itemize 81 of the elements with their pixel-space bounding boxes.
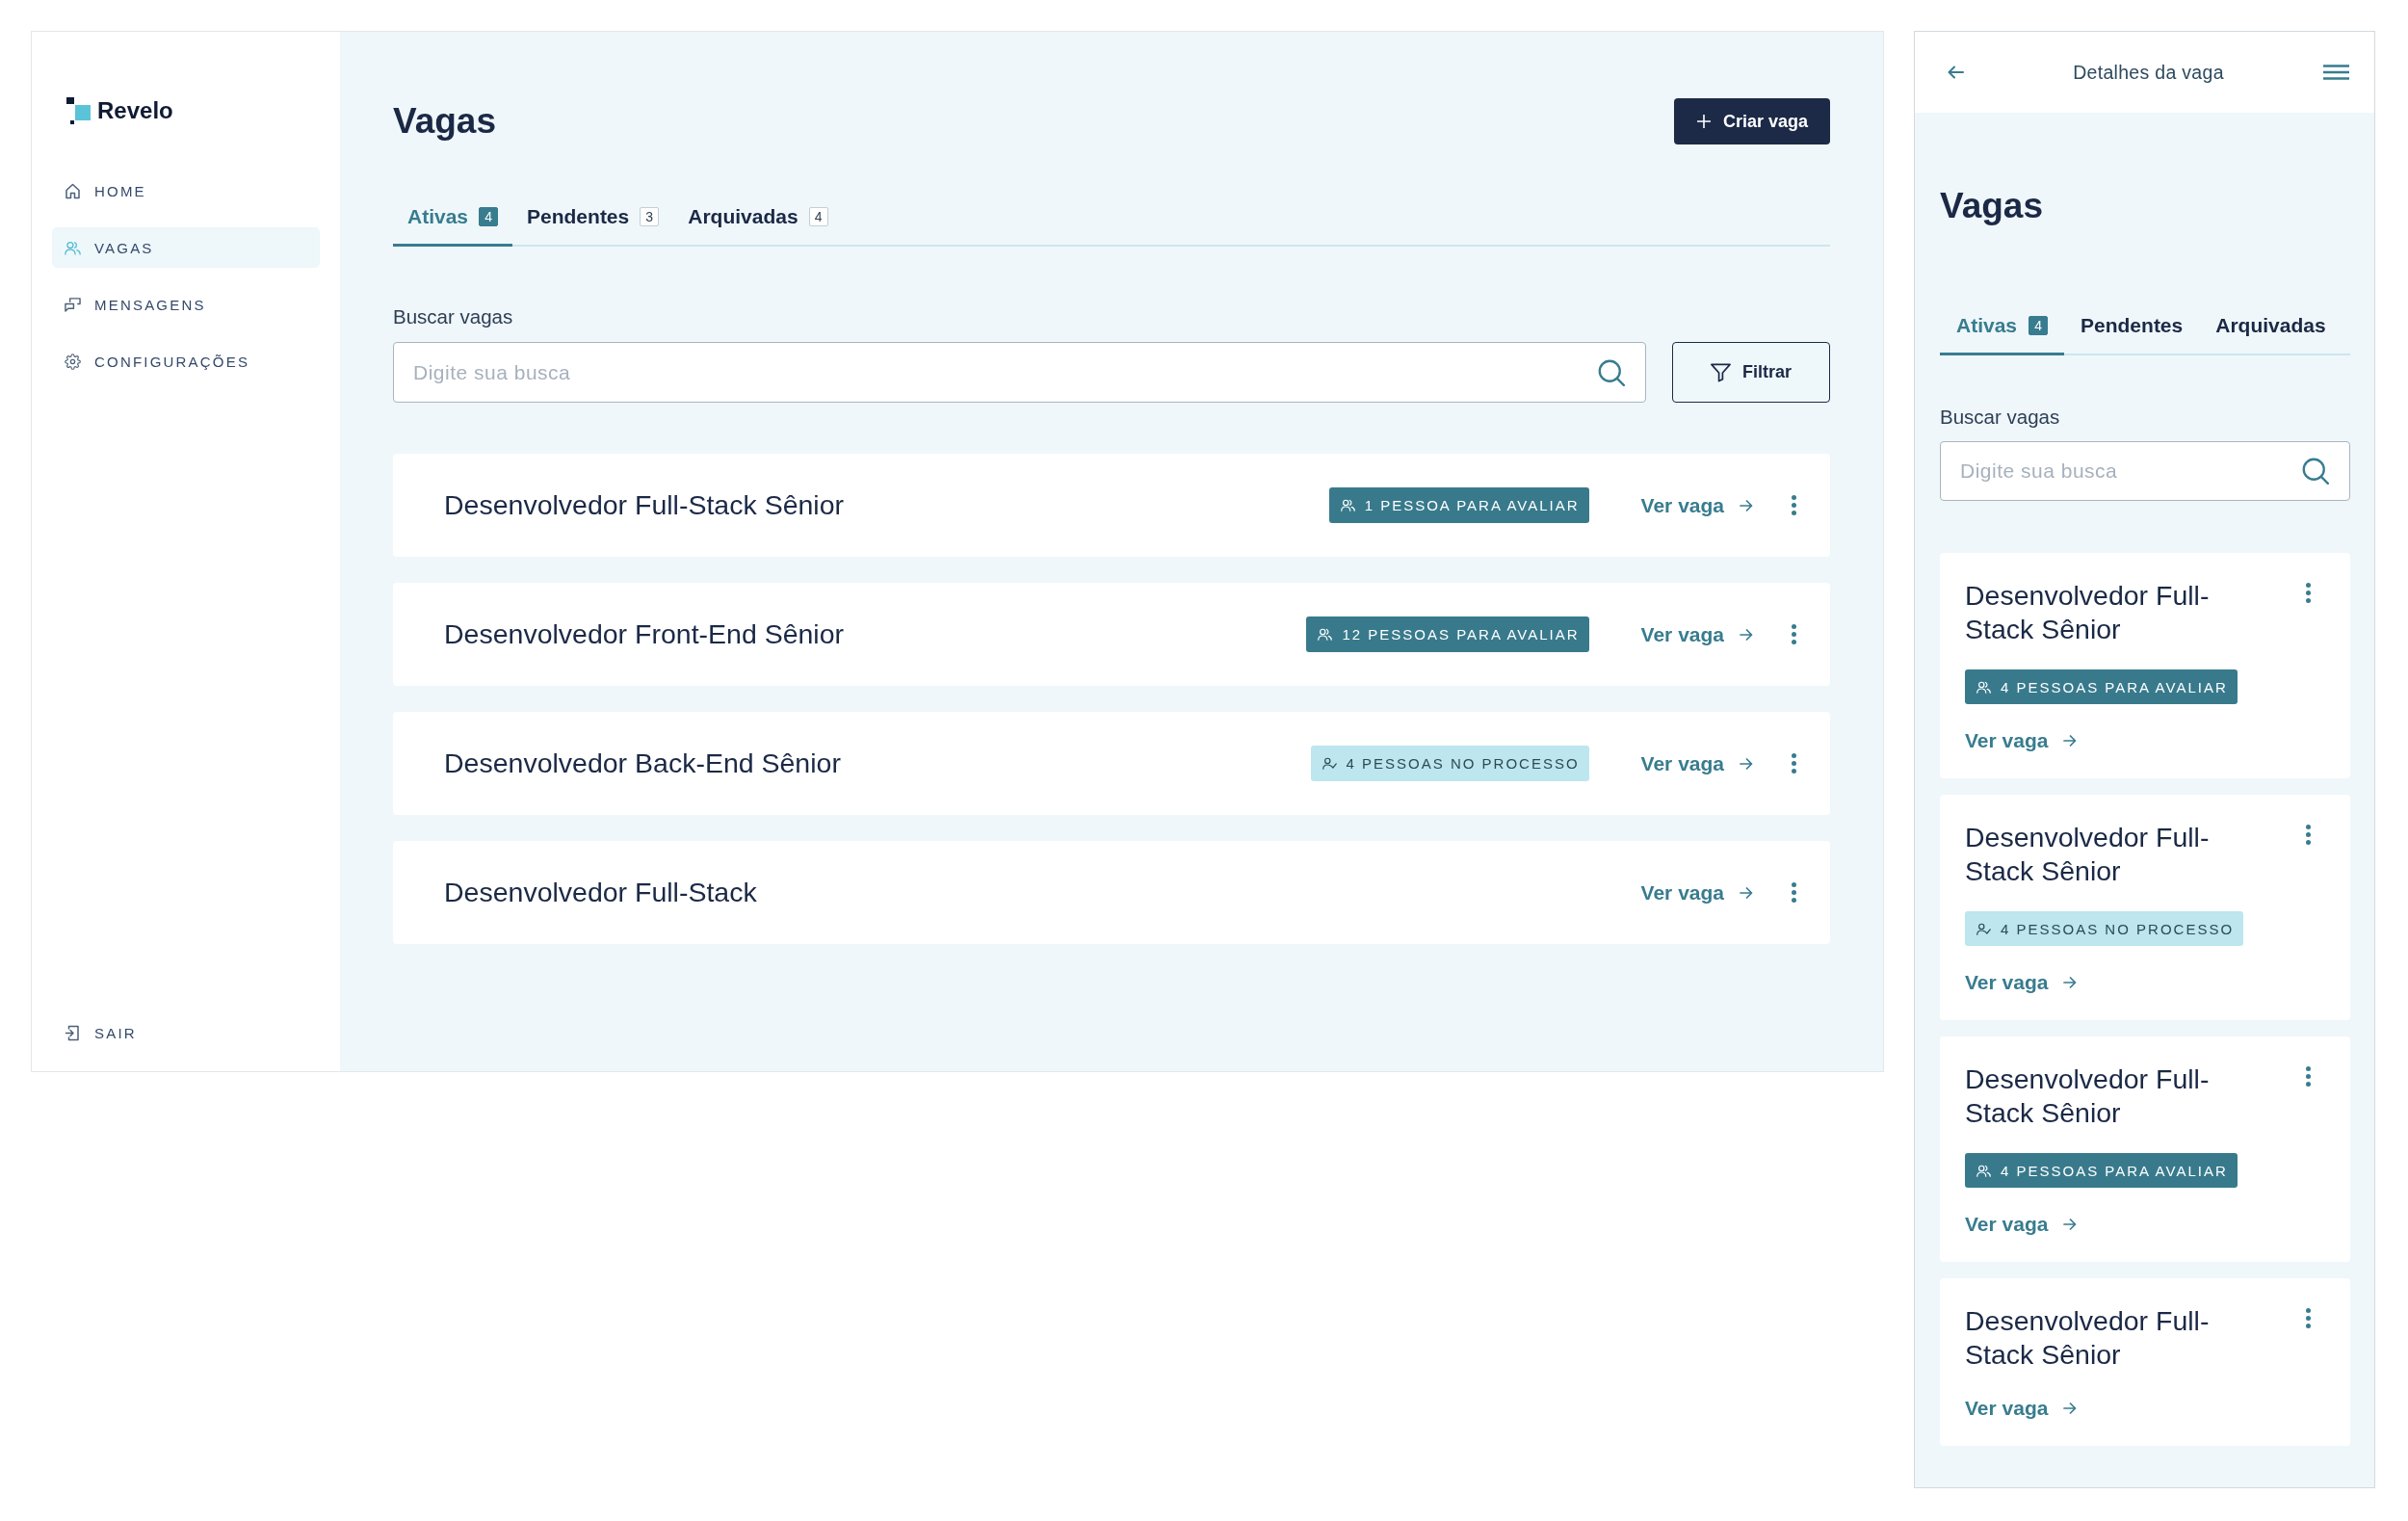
badge-text: 4 PESSOAS NO PROCESSO bbox=[2001, 920, 2235, 937]
job-title: Desenvolvedor Full-Stack Sênior bbox=[444, 489, 846, 521]
more-icon[interactable] bbox=[2306, 1066, 2311, 1087]
person-check-icon bbox=[1976, 922, 1991, 935]
badge-text: 4 PESSOAS PARA AVALIAR bbox=[2001, 678, 2228, 695]
job-title: Desenvolvedor Full-Stack Sênior bbox=[1965, 1304, 2211, 1372]
tab[interactable]: Pendentes 3 bbox=[512, 198, 674, 247]
job-title: Desenvolvedor Back-End Sênior bbox=[444, 747, 842, 779]
people-icon bbox=[1318, 628, 1333, 641]
arrow-right-icon bbox=[1740, 757, 1753, 770]
search-field[interactable]: Digite sua busca bbox=[1940, 441, 2350, 501]
arrow-right-icon bbox=[2063, 1403, 2078, 1414]
nav-item[interactable]: HOME bbox=[52, 170, 320, 211]
tab[interactable]: Ativas 4 bbox=[393, 198, 513, 247]
job-title: Desenvolvedor Front-End Sênior bbox=[444, 618, 846, 650]
search-label: Buscar vagas bbox=[1940, 406, 2061, 429]
back-arrow-icon[interactable] bbox=[1948, 66, 1964, 79]
more-icon[interactable] bbox=[1792, 882, 1796, 903]
arrow-right-icon bbox=[2063, 735, 2078, 747]
nav-item[interactable]: MENSAGENS bbox=[52, 284, 320, 325]
view-job-link[interactable]: Ver vaga bbox=[1965, 971, 2078, 994]
count-badge: 3 bbox=[640, 206, 660, 226]
page-title: Vagas bbox=[393, 101, 496, 142]
home-icon bbox=[65, 182, 81, 199]
more-icon[interactable] bbox=[1792, 624, 1796, 644]
job-title: Desenvolvedor Full-Stack bbox=[444, 877, 758, 908]
view-job-link[interactable]: Ver vaga bbox=[1965, 1213, 2078, 1236]
more-icon[interactable] bbox=[1792, 753, 1796, 774]
arrow-right-icon bbox=[1740, 886, 1753, 899]
more-icon[interactable] bbox=[2306, 583, 2311, 603]
count-badge: 4 bbox=[808, 206, 828, 226]
view-job-link[interactable]: Ver vaga bbox=[1965, 1397, 2078, 1420]
arrow-right-icon bbox=[2063, 1219, 2078, 1230]
view-job-link[interactable]: Ver vaga bbox=[1640, 751, 1753, 775]
search-icon[interactable] bbox=[1598, 358, 1625, 386]
job-title: Desenvolvedor Full-Stack Sênior bbox=[1965, 579, 2211, 646]
people-icon bbox=[1976, 680, 1991, 694]
more-icon[interactable] bbox=[2306, 825, 2311, 845]
nav-item[interactable]: VAGAS bbox=[52, 227, 320, 268]
funnel-icon bbox=[1711, 362, 1731, 382]
tab[interactable]: Ativas 4 bbox=[1940, 307, 2065, 355]
header-title: Detalhes da vaga bbox=[2073, 61, 2224, 84]
people-icon bbox=[1340, 499, 1355, 511]
view-job-link[interactable]: Ver vaga bbox=[1640, 493, 1753, 517]
arrow-right-icon bbox=[2063, 977, 2078, 988]
view-job-link[interactable]: Ver vaga bbox=[1965, 729, 2078, 752]
search-icon[interactable] bbox=[2302, 458, 2329, 485]
logo-icon bbox=[66, 97, 91, 124]
tab[interactable]: Pendentes bbox=[2064, 307, 2200, 355]
badge-text: 1 PESSOA PARA AVALIAR bbox=[1364, 497, 1580, 513]
create-job-button[interactable]: Criar vaga bbox=[1673, 98, 1830, 144]
exit-icon bbox=[65, 1024, 81, 1041]
tab[interactable]: Arquivadas bbox=[2199, 307, 2343, 355]
view-job-link[interactable]: Ver vaga bbox=[1640, 880, 1753, 905]
logo-text: Revelo bbox=[97, 97, 173, 124]
page-title: Vagas bbox=[1940, 186, 2044, 226]
arrow-right-icon bbox=[1740, 628, 1753, 641]
person-check-icon bbox=[1322, 757, 1337, 770]
job-title: Desenvolvedor Full-Stack Sênior bbox=[1965, 1062, 2211, 1130]
view-job-link[interactable]: Ver vaga bbox=[1640, 622, 1753, 646]
plus-icon bbox=[1696, 115, 1711, 128]
logout-item[interactable]: SAIR bbox=[52, 1012, 320, 1053]
badge-text: 4 PESSOAS PARA AVALIAR bbox=[2001, 1162, 2228, 1179]
people-icon bbox=[1976, 1164, 1991, 1177]
badge-text: 4 PESSOAS NO PROCESSO bbox=[1346, 755, 1580, 772]
filter-button[interactable]: Filtrar bbox=[1672, 342, 1830, 403]
search-field[interactable]: Digite sua busca bbox=[393, 342, 1646, 403]
people-icon bbox=[65, 239, 81, 256]
search-label: Buscar vagas bbox=[393, 305, 514, 328]
badge-text: 12 PESSOAS PARA AVALIAR bbox=[1342, 626, 1580, 642]
count-badge: 4 bbox=[2028, 315, 2049, 335]
more-icon[interactable] bbox=[2306, 1308, 2311, 1328]
nav-item[interactable]: CONFIGURAÇÕES bbox=[52, 341, 320, 381]
job-title: Desenvolvedor Full-Stack Sênior bbox=[1965, 821, 2211, 888]
gear-icon bbox=[65, 353, 81, 370]
arrow-right-icon bbox=[1740, 499, 1753, 511]
menu-icon[interactable] bbox=[2323, 65, 2349, 80]
more-icon[interactable] bbox=[1792, 495, 1796, 515]
count-badge: 4 bbox=[479, 206, 499, 226]
chat-icon bbox=[65, 296, 81, 313]
tab[interactable]: Arquivadas 4 bbox=[673, 198, 843, 247]
